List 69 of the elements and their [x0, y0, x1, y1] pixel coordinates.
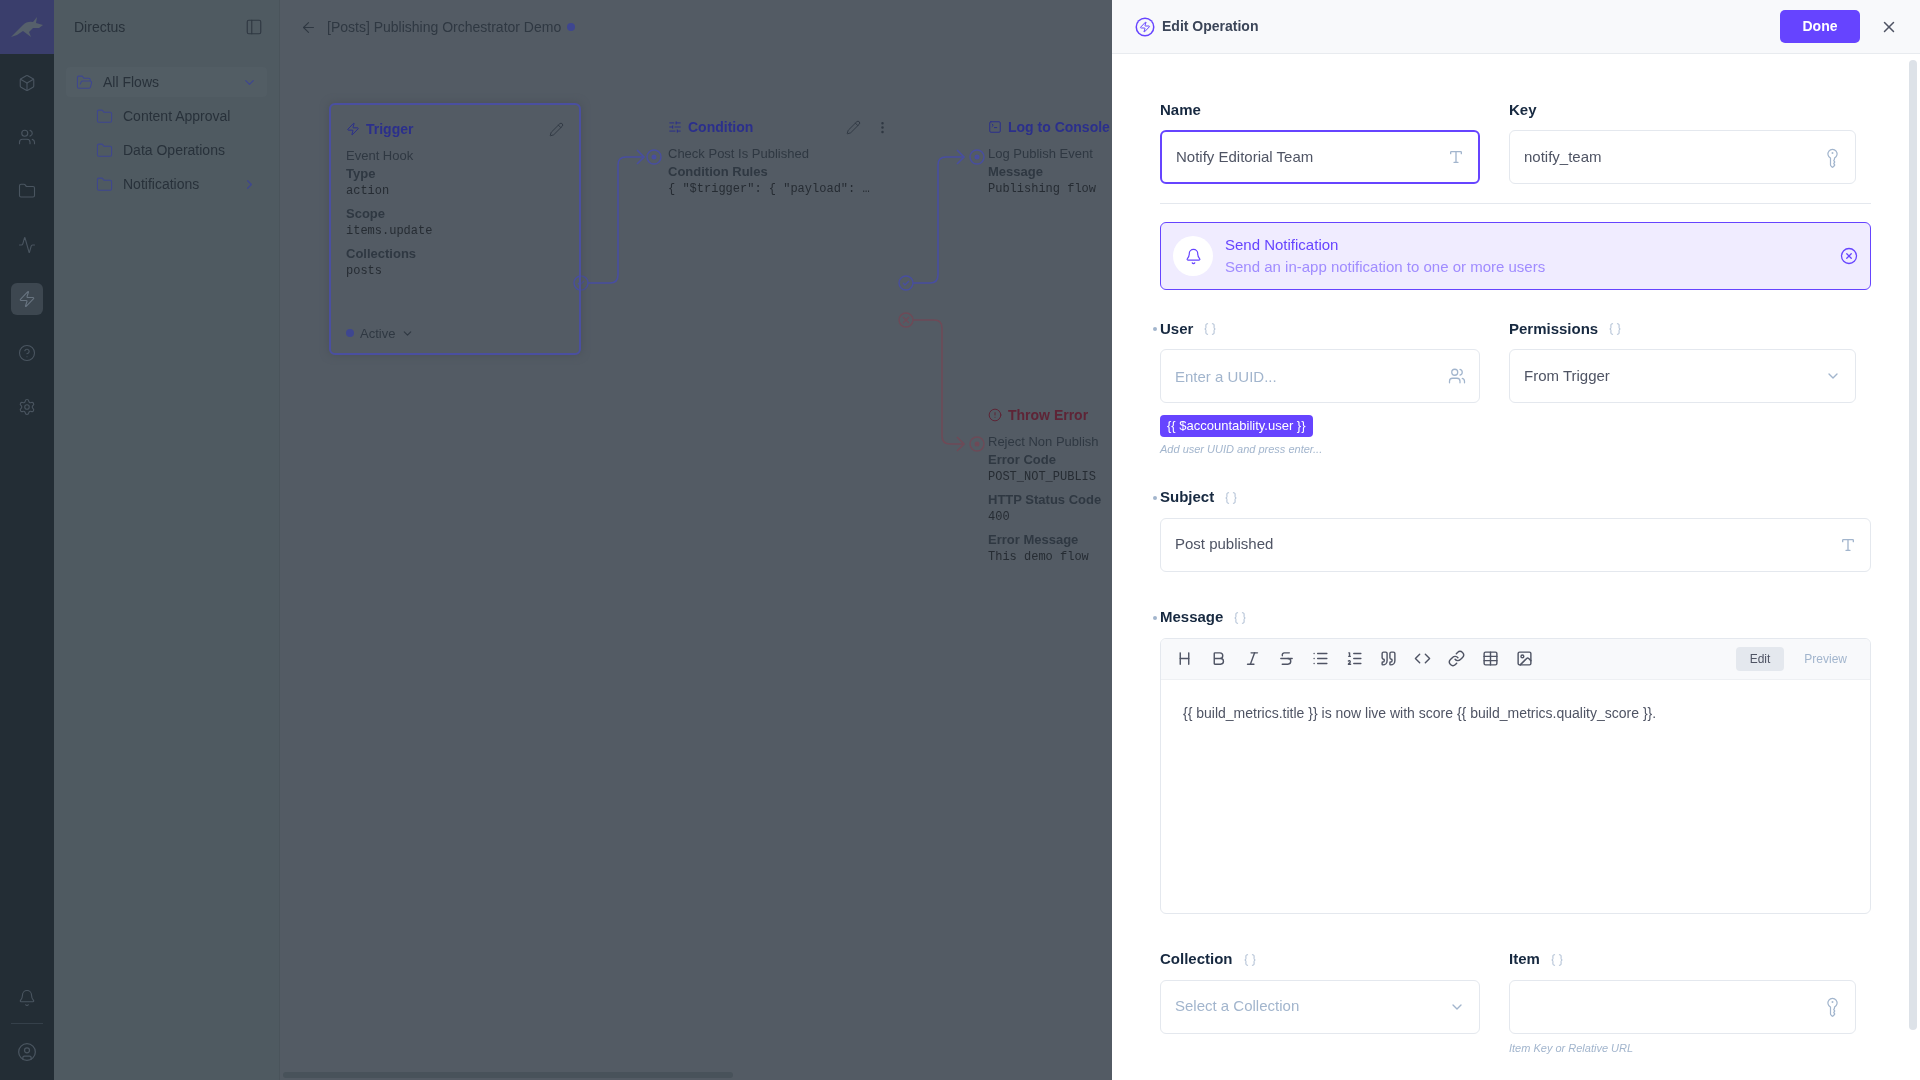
operation-description: Send an in-app notification to one or more users [1225, 257, 1546, 277]
edit-icon[interactable] [549, 121, 564, 137]
braces-icon[interactable] [1242, 952, 1257, 967]
vertical-scrollbar[interactable] [1909, 60, 1917, 1030]
drawer-title: Edit Operation [1162, 17, 1259, 36]
cube-icon [18, 74, 36, 92]
name-input[interactable]: Notify Editorial Team [1160, 130, 1480, 184]
operation-title: Send Notification [1225, 234, 1339, 255]
folder-icon [18, 182, 36, 200]
item-input[interactable] [1509, 979, 1856, 1034]
logo-tile[interactable] [0, 0, 54, 54]
braces-icon[interactable] [1608, 322, 1623, 336]
rabbit-logo-icon [9, 15, 45, 39]
field-label: Name [1160, 99, 1201, 120]
check-handle-icon[interactable] [573, 275, 589, 291]
terminal-icon [988, 120, 1002, 134]
folder-icon [96, 107, 113, 125]
folder-icon [96, 175, 113, 193]
message-text: {{ build_metrics.title }} is now live with score {{ build_metrics.quality_score }}. [1183, 704, 1657, 721]
field-label: Collection [1160, 949, 1233, 970]
users-icon [18, 128, 36, 146]
x-handle-icon[interactable] [898, 312, 914, 328]
permissions-select[interactable]: From Trigger [1509, 349, 1856, 403]
sidebar-toggle-icon[interactable] [245, 18, 263, 36]
check-handle-icon[interactable] [898, 275, 914, 291]
field-label: User [1160, 318, 1194, 339]
field-label: Message [1160, 607, 1224, 628]
collection-select[interactable]: Select a Collection [1160, 979, 1480, 1034]
field-label: Permissions [1509, 318, 1599, 339]
mode-tab[interactable]: Preview [1790, 646, 1861, 671]
folder-icon [96, 141, 113, 159]
braces-icon[interactable] [1233, 610, 1248, 625]
bolt-icon [18, 290, 36, 308]
bolt-icon [346, 122, 360, 136]
field-label: Subject [1160, 487, 1215, 508]
braces-icon[interactable] [1224, 490, 1239, 505]
text-icon [1840, 536, 1856, 553]
field-hint: Add user UUID and press enter... [1160, 442, 1323, 457]
field-label: Key [1509, 99, 1537, 120]
user-icon[interactable] [17, 1042, 37, 1062]
input-handle-icon[interactable] [646, 149, 662, 165]
field-hint: Item Key or Relative URL [1509, 1040, 1634, 1056]
user-chip[interactable]: {{ $accountability.user }} [1160, 415, 1313, 437]
text-icon [1448, 149, 1464, 165]
done-button[interactable]: Done [1780, 10, 1860, 43]
operation-card[interactable]: Send Notification Send an in-app notification to one or more users [1160, 222, 1871, 290]
braces-icon[interactable] [1203, 322, 1218, 336]
bolt-icon [1137, 18, 1153, 35]
users-icon [1448, 367, 1466, 385]
input-handle-icon[interactable] [969, 436, 985, 452]
field-label: Item [1509, 949, 1540, 970]
close-circle-icon[interactable] [1840, 247, 1858, 265]
edit-icon[interactable] [846, 119, 861, 135]
markdown-editor[interactable]: Edit Preview {{ build_metrics.title }} is now live with score {{ build_metrics.quality_score }}. [1160, 637, 1871, 914]
folder-icon [76, 73, 93, 91]
alert-icon [988, 408, 1002, 422]
braces-icon[interactable] [1549, 952, 1564, 967]
bell-icon [1184, 247, 1202, 265]
chart-icon [18, 236, 36, 254]
settings-icon [18, 398, 36, 416]
bell-icon[interactable] [18, 989, 36, 1007]
subject-input[interactable]: Post published [1160, 517, 1871, 572]
sliders-icon [668, 120, 682, 134]
mode-tab[interactable]: Edit [1735, 646, 1785, 671]
input-handle-icon[interactable] [969, 149, 985, 165]
key-input[interactable]: notify_team [1509, 130, 1856, 184]
user-input[interactable]: Enter a UUID... [1160, 349, 1480, 403]
rail-button[interactable] [11, 283, 43, 315]
help-icon [18, 344, 36, 362]
